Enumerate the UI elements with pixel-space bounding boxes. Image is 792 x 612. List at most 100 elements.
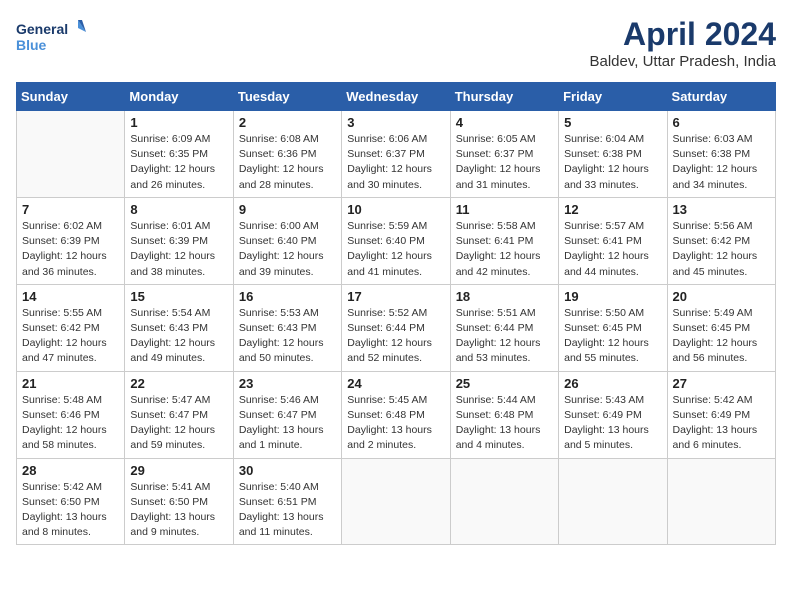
day-number: 16 bbox=[239, 289, 336, 304]
calendar-cell: 26Sunrise: 5:43 AMSunset: 6:49 PMDayligh… bbox=[559, 371, 667, 458]
day-number: 12 bbox=[564, 202, 661, 217]
calendar-cell: 16 Sunrise: 5:53 AMSunset: 6:43 PMDayligh… bbox=[233, 284, 341, 371]
day-number: 19 bbox=[564, 289, 661, 304]
calendar-cell: 15 Sunrise: 5:54 AMSunset: 6:43 PMDayligh… bbox=[125, 284, 233, 371]
title-area: April 2024 Baldev, Uttar Pradesh, India bbox=[590, 16, 777, 70]
calendar-cell: 27 Sunrise: 5:42 AMSunset: 6:49 PMDayligh… bbox=[667, 371, 775, 458]
day-number: 18 bbox=[456, 289, 553, 304]
day-info: Sunrise: 5:56 AMSunset: 6:42 PMDaylight:… bbox=[673, 219, 770, 280]
logo-svg: General Blue bbox=[16, 16, 86, 60]
day-info: Sunrise: 6:03 AMSunset: 6:38 PMDaylight:… bbox=[673, 132, 770, 193]
calendar-cell: 10Sunrise: 5:59 AMSunset: 6:40 PMDayligh… bbox=[342, 197, 450, 284]
day-info: Sunrise: 6:02 AMSunset: 6:39 PMDaylight:… bbox=[22, 219, 119, 280]
weekday-header-wednesday: Wednesday bbox=[342, 83, 450, 111]
day-number: 6 bbox=[673, 115, 770, 130]
day-info: Sunrise: 5:44 AMSunset: 6:48 PMDaylight:… bbox=[456, 393, 553, 454]
day-number: 3 bbox=[347, 115, 444, 130]
day-number: 21 bbox=[22, 376, 119, 391]
calendar-week-1: 1 Sunrise: 6:09 AMSunset: 6:35 PMDaylight… bbox=[17, 111, 776, 198]
day-number: 20 bbox=[673, 289, 770, 304]
calendar-cell: 28 Sunrise: 5:42 AMSunset: 6:50 PMDayligh… bbox=[17, 458, 125, 545]
day-info: Sunrise: 6:09 AMSunset: 6:35 PMDaylight:… bbox=[130, 132, 227, 193]
day-info: Sunrise: 5:54 AMSunset: 6:43 PMDaylight:… bbox=[130, 306, 227, 367]
day-info: Sunrise: 5:57 AMSunset: 6:41 PMDaylight:… bbox=[564, 219, 661, 280]
calendar-body: 1 Sunrise: 6:09 AMSunset: 6:35 PMDaylight… bbox=[17, 111, 776, 545]
calendar-header-row: SundayMondayTuesdayWednesdayThursdayFrid… bbox=[17, 83, 776, 111]
calendar-week-3: 14 Sunrise: 5:55 AMSunset: 6:42 PMDayligh… bbox=[17, 284, 776, 371]
calendar-cell: 22 Sunrise: 5:47 AMSunset: 6:47 PMDayligh… bbox=[125, 371, 233, 458]
calendar-cell: 14 Sunrise: 5:55 AMSunset: 6:42 PMDayligh… bbox=[17, 284, 125, 371]
day-info: Sunrise: 6:00 AMSunset: 6:40 PMDaylight:… bbox=[239, 219, 336, 280]
day-info: Sunrise: 5:59 AMSunset: 6:40 PMDaylight:… bbox=[347, 219, 444, 280]
calendar-cell: 7 Sunrise: 6:02 AMSunset: 6:39 PMDaylight… bbox=[17, 197, 125, 284]
calendar-cell: 8 Sunrise: 6:01 AMSunset: 6:39 PMDaylight… bbox=[125, 197, 233, 284]
header: General Blue April 2024 Baldev, Uttar Pr… bbox=[16, 16, 776, 70]
calendar-cell: 12 Sunrise: 5:57 AMSunset: 6:41 PMDayligh… bbox=[559, 197, 667, 284]
calendar-cell bbox=[450, 458, 558, 545]
day-number: 5 bbox=[564, 115, 661, 130]
calendar-cell: 1 Sunrise: 6:09 AMSunset: 6:35 PMDaylight… bbox=[125, 111, 233, 198]
day-number: 9 bbox=[239, 202, 336, 217]
day-number: 14 bbox=[22, 289, 119, 304]
day-number: 2 bbox=[239, 115, 336, 130]
calendar-cell: 2 Sunrise: 6:08 AMSunset: 6:36 PMDaylight… bbox=[233, 111, 341, 198]
calendar-cell: 18 Sunrise: 5:51 AMSunset: 6:44 PMDayligh… bbox=[450, 284, 558, 371]
day-number: 13 bbox=[673, 202, 770, 217]
day-info: Sunrise: 6:08 AMSunset: 6:36 PMDaylight:… bbox=[239, 132, 336, 193]
calendar-week-4: 21 Sunrise: 5:48 AMSunset: 6:46 PMDayligh… bbox=[17, 371, 776, 458]
day-info: Sunrise: 5:42 AMSunset: 6:50 PMDaylight:… bbox=[22, 480, 119, 541]
day-number: 23 bbox=[239, 376, 336, 391]
day-info: Sunrise: 5:58 AMSunset: 6:41 PMDaylight:… bbox=[456, 219, 553, 280]
day-number: 26 bbox=[564, 376, 661, 391]
day-info: Sunrise: 5:41 AMSunset: 6:50 PMDaylight:… bbox=[130, 480, 227, 541]
day-number: 24 bbox=[347, 376, 444, 391]
day-info: Sunrise: 5:50 AMSunset: 6:45 PMDaylight:… bbox=[564, 306, 661, 367]
day-info: Sunrise: 5:52 AMSunset: 6:44 PMDaylight:… bbox=[347, 306, 444, 367]
day-number: 8 bbox=[130, 202, 227, 217]
day-info: Sunrise: 5:51 AMSunset: 6:44 PMDaylight:… bbox=[456, 306, 553, 367]
day-info: Sunrise: 5:47 AMSunset: 6:47 PMDaylight:… bbox=[130, 393, 227, 454]
logo: General Blue bbox=[16, 16, 86, 60]
day-info: Sunrise: 5:45 AMSunset: 6:48 PMDaylight:… bbox=[347, 393, 444, 454]
calendar-cell: 30 Sunrise: 5:40 AMSunset: 6:51 PMDayligh… bbox=[233, 458, 341, 545]
day-number: 1 bbox=[130, 115, 227, 130]
day-info: Sunrise: 6:01 AMSunset: 6:39 PMDaylight:… bbox=[130, 219, 227, 280]
calendar-cell: 23 Sunrise: 5:46 AMSunset: 6:47 PMDayligh… bbox=[233, 371, 341, 458]
calendar-cell bbox=[667, 458, 775, 545]
weekday-header-friday: Friday bbox=[559, 83, 667, 111]
day-info: Sunrise: 5:42 AMSunset: 6:49 PMDaylight:… bbox=[673, 393, 770, 454]
day-number: 22 bbox=[130, 376, 227, 391]
day-info: Sunrise: 5:40 AMSunset: 6:51 PMDaylight:… bbox=[239, 480, 336, 541]
weekday-header-tuesday: Tuesday bbox=[233, 83, 341, 111]
day-number: 25 bbox=[456, 376, 553, 391]
calendar-cell: 4 Sunrise: 6:05 AMSunset: 6:37 PMDaylight… bbox=[450, 111, 558, 198]
day-info: Sunrise: 6:05 AMSunset: 6:37 PMDaylight:… bbox=[456, 132, 553, 193]
day-number: 27 bbox=[673, 376, 770, 391]
weekday-header-saturday: Saturday bbox=[667, 83, 775, 111]
day-number: 7 bbox=[22, 202, 119, 217]
calendar-cell bbox=[17, 111, 125, 198]
day-number: 29 bbox=[130, 463, 227, 478]
calendar-cell: 24 Sunrise: 5:45 AMSunset: 6:48 PMDayligh… bbox=[342, 371, 450, 458]
day-number: 15 bbox=[130, 289, 227, 304]
day-info: Sunrise: 5:49 AMSunset: 6:45 PMDaylight:… bbox=[673, 306, 770, 367]
weekday-header-monday: Monday bbox=[125, 83, 233, 111]
day-info: Sunrise: 5:48 AMSunset: 6:46 PMDaylight:… bbox=[22, 393, 119, 454]
calendar-cell: 20 Sunrise: 5:49 AMSunset: 6:45 PMDayligh… bbox=[667, 284, 775, 371]
calendar-cell: 6 Sunrise: 6:03 AMSunset: 6:38 PMDaylight… bbox=[667, 111, 775, 198]
day-number: 4 bbox=[456, 115, 553, 130]
day-number: 17 bbox=[347, 289, 444, 304]
calendar-cell bbox=[342, 458, 450, 545]
day-number: 28 bbox=[22, 463, 119, 478]
calendar-week-5: 28 Sunrise: 5:42 AMSunset: 6:50 PMDayligh… bbox=[17, 458, 776, 545]
day-info: Sunrise: 5:53 AMSunset: 6:43 PMDaylight:… bbox=[239, 306, 336, 367]
calendar-cell: 19 Sunrise: 5:50 AMSunset: 6:45 PMDayligh… bbox=[559, 284, 667, 371]
calendar-cell bbox=[559, 458, 667, 545]
calendar-cell: 5Sunrise: 6:04 AMSunset: 6:38 PMDaylight… bbox=[559, 111, 667, 198]
day-info: Sunrise: 5:55 AMSunset: 6:42 PMDaylight:… bbox=[22, 306, 119, 367]
subtitle: Baldev, Uttar Pradesh, India bbox=[590, 53, 777, 70]
weekday-header-sunday: Sunday bbox=[17, 83, 125, 111]
day-number: 30 bbox=[239, 463, 336, 478]
calendar-cell: 11Sunrise: 5:58 AMSunset: 6:41 PMDayligh… bbox=[450, 197, 558, 284]
day-info: Sunrise: 5:46 AMSunset: 6:47 PMDaylight:… bbox=[239, 393, 336, 454]
